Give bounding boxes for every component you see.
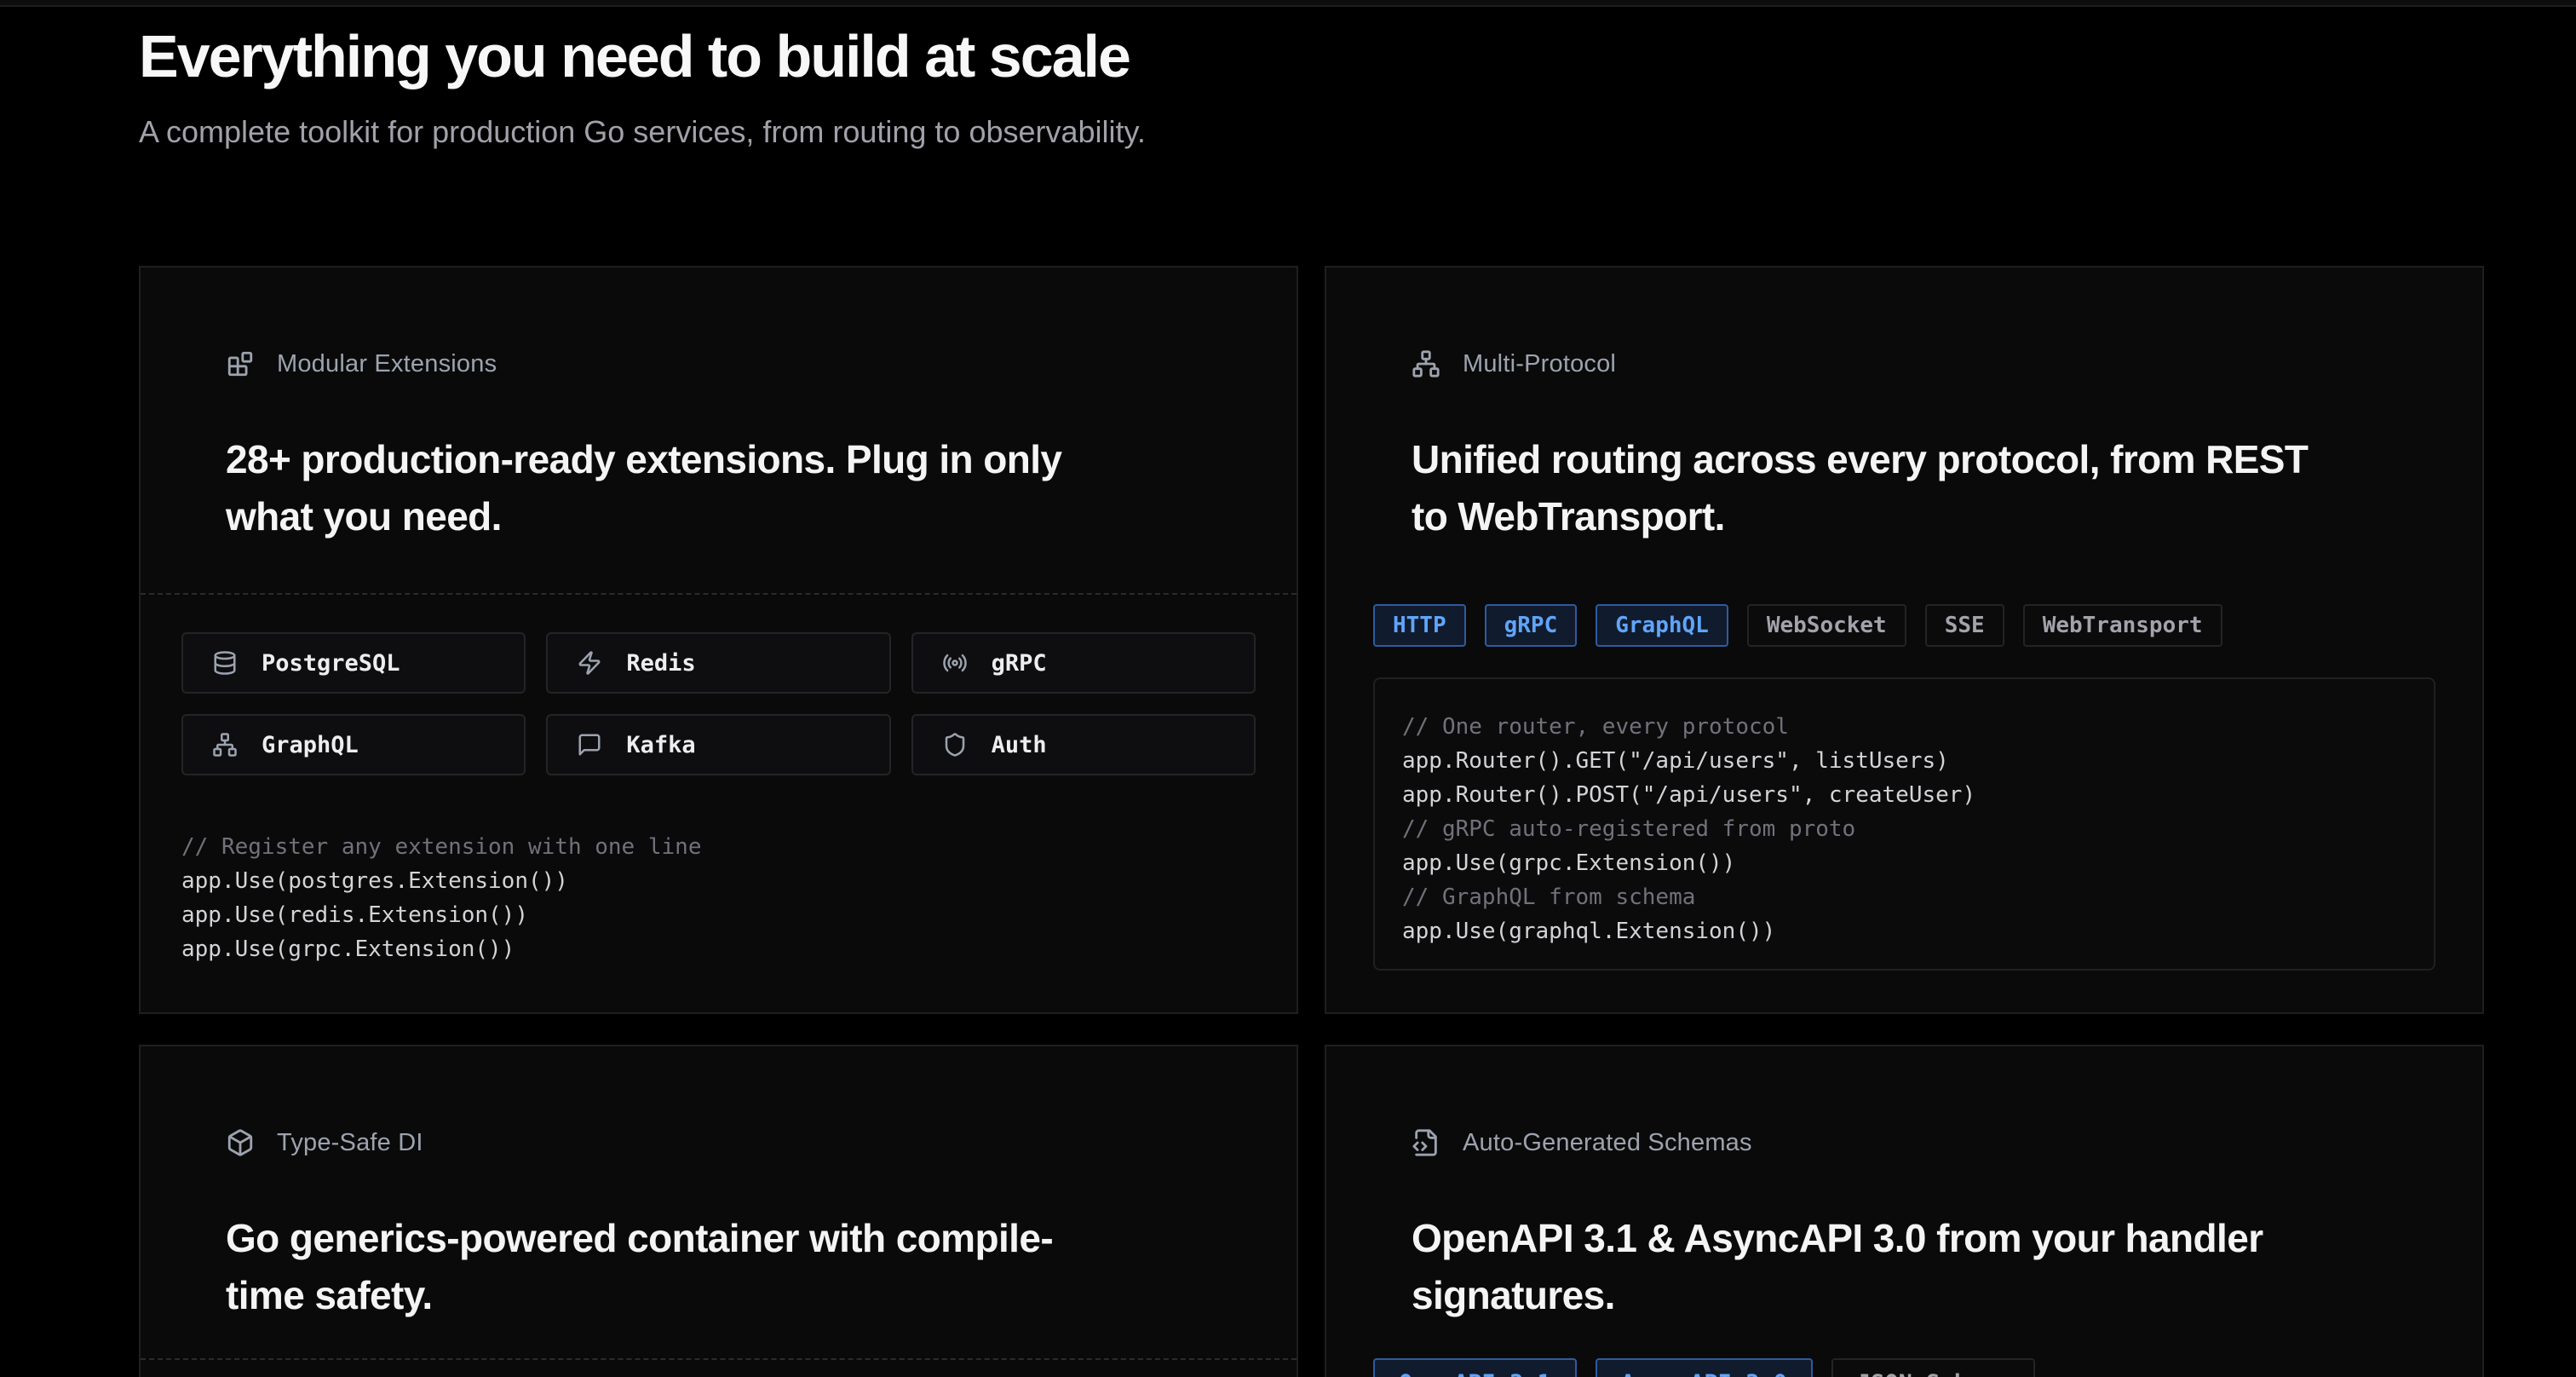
card-heading: OpenAPI 3.1 & AsyncAPI 3.0 from your han…	[1412, 1210, 2397, 1324]
radio-icon	[942, 650, 968, 676]
schema-badges: OpenAPI 3.1 AsyncAPI 3.0 JSON Schema	[1326, 1358, 2482, 1377]
code-line: app.Use(graphql.Extension())	[1402, 914, 2406, 948]
code-line: app.Use(postgres.Extension())	[181, 864, 1256, 898]
feature-cards-grid: Modular Extensions 28+ production-ready …	[139, 266, 2484, 1377]
features-section: Everything you need to build at scale A …	[0, 7, 2576, 1377]
extensions-grid: PostgreSQL Redis gRPC	[181, 632, 1256, 775]
code-line: app.Use(redis.Extension())	[181, 898, 1256, 932]
badge-json-schema: JSON Schema	[1831, 1358, 2035, 1377]
card-heading: 28+ production-ready extensions. Plug in…	[226, 431, 1211, 545]
code-line: // GraphQL from schema	[1402, 880, 2406, 914]
network-icon	[212, 732, 238, 758]
card-label: Modular Extensions	[277, 350, 497, 378]
box-icon	[226, 1128, 255, 1157]
code-line: // One router, every protocol	[1402, 710, 2406, 744]
code-line: app.Use(grpc.Extension())	[181, 932, 1256, 966]
protocol-tab-websocket[interactable]: WebSocket	[1747, 604, 1906, 647]
extension-name: Kafka	[626, 732, 695, 758]
code-line: // gRPC auto-registered from proto	[1402, 812, 2406, 846]
section-subtitle: A complete toolkit for production Go ser…	[139, 114, 2484, 150]
extension-chip-kafka[interactable]: Kafka	[546, 714, 890, 775]
extension-chip-redis[interactable]: Redis	[546, 632, 890, 694]
protocol-tab-webtransport[interactable]: WebTransport	[2023, 604, 2222, 647]
code-line: app.Use(grpc.Extension())	[1402, 846, 2406, 880]
network-icon	[1412, 349, 1440, 378]
protocol-tab-grpc[interactable]: gRPC	[1485, 604, 1578, 647]
shield-icon	[942, 732, 968, 758]
card-label: Auto-Generated Schemas	[1463, 1129, 1752, 1157]
dashed-divider	[141, 1358, 1297, 1360]
card-heading: Unified routing across every protocol, f…	[1412, 431, 2397, 545]
file-code-icon	[1412, 1128, 1440, 1157]
protocol-tab-sse[interactable]: SSE	[1925, 604, 2004, 647]
card-label: Multi-Protocol	[1463, 350, 1616, 378]
section-title: Everything you need to build at scale	[139, 22, 2484, 90]
database-icon	[212, 650, 238, 676]
card-heading: Go generics-powered container with compi…	[226, 1210, 1211, 1324]
card-auto-generated-schemas: Auto-Generated Schemas OpenAPI 3.1 & Asy…	[1325, 1045, 2484, 1377]
protocol-tabs: HTTP gRPC GraphQL WebSocket SSE WebTrans…	[1326, 604, 2482, 647]
card-label: Type-Safe DI	[277, 1129, 423, 1157]
blocks-icon	[226, 349, 255, 378]
extension-chip-postgresql[interactable]: PostgreSQL	[181, 632, 526, 694]
badge-openapi: OpenAPI 3.1	[1373, 1358, 1577, 1377]
extension-name: Auth	[992, 732, 1047, 758]
extension-name: GraphQL	[262, 732, 359, 758]
card-modular-extensions: Modular Extensions 28+ production-ready …	[139, 266, 1298, 1014]
card-multi-protocol: Multi-Protocol Unified routing across ev…	[1325, 266, 2484, 1014]
protocol-tab-graphql[interactable]: GraphQL	[1596, 604, 1728, 647]
protocol-tab-http[interactable]: HTTP	[1373, 604, 1466, 647]
extension-chip-grpc[interactable]: gRPC	[911, 632, 1256, 694]
extension-name: Redis	[626, 650, 695, 677]
code-line: app.Router().POST("/api/users", createUs…	[1402, 778, 2406, 812]
code-snippet-extensions: // Register any extension with one line …	[181, 830, 1256, 966]
badge-asyncapi: AsyncAPI 3.0	[1596, 1358, 1813, 1377]
message-square-icon	[577, 732, 602, 758]
extension-name: gRPC	[992, 650, 1047, 677]
previous-section-edge	[0, 0, 2576, 7]
code-panel-router: // One router, every protocol app.Router…	[1373, 677, 2435, 971]
code-line: app.Router().GET("/api/users", listUsers…	[1402, 744, 2406, 778]
extension-chip-auth[interactable]: Auth	[911, 714, 1256, 775]
card-type-safe-di: Type-Safe DI Go generics-powered contain…	[139, 1045, 1298, 1377]
extension-name: PostgreSQL	[262, 650, 400, 677]
extension-chip-graphql[interactable]: GraphQL	[181, 714, 526, 775]
zap-icon	[577, 650, 602, 676]
code-line: // Register any extension with one line	[181, 830, 1256, 864]
